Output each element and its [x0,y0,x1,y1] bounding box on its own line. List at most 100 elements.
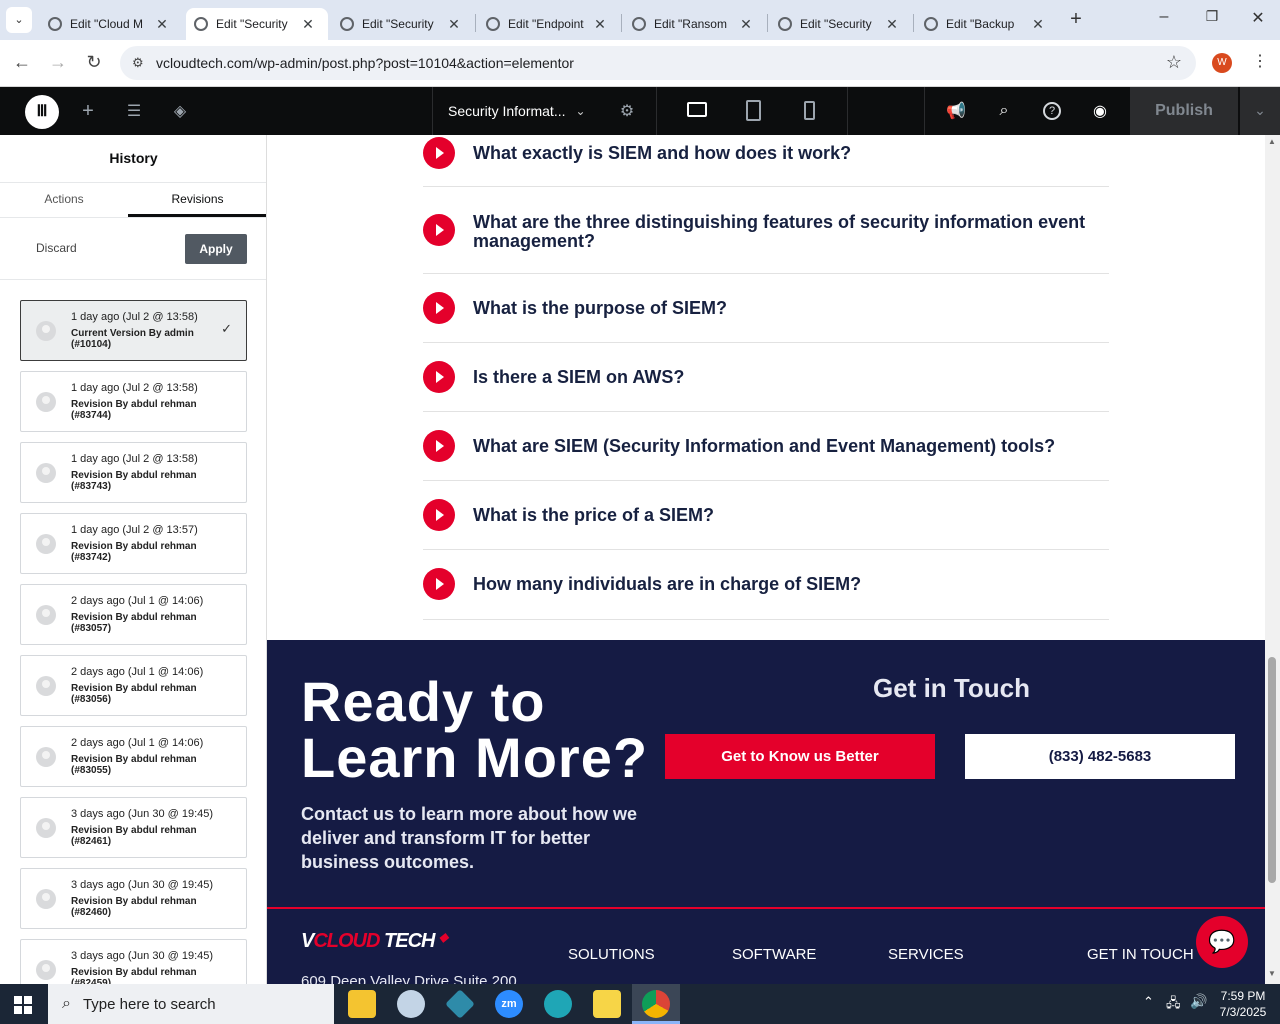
clock[interactable]: 7:59 PM 7/3/2025 [1214,988,1272,1020]
phone-button[interactable]: (833) 482-5683 [965,734,1235,779]
edge-icon[interactable] [544,990,572,1018]
revision-date: 1 day ago (Jul 2 @ 13:58) [71,453,198,465]
faq-item[interactable]: How many individuals are in charge of SI… [423,550,1109,620]
browser-tab[interactable]: Edit "Cloud M ✕ [40,8,180,40]
know-us-button[interactable]: Get to Know us Better [665,734,935,779]
canvas-scrollbar[interactable]: ▲ ▼ [1265,135,1280,984]
footer-logo[interactable]: VCLOUD TECH ◆ [301,930,448,953]
discard-button[interactable]: Discard [36,241,77,255]
url-text[interactable]: vcloudtech.com/wp-admin/post.php?post=10… [156,55,574,71]
browser-tab[interactable]: Edit "Endpoint ✕ [478,8,618,40]
reload-icon[interactable]: ↻ [83,52,105,73]
faq-item[interactable]: What are the three distinguishing featur… [423,187,1109,274]
browser-menu-icon[interactable]: ⋮ [1252,51,1268,71]
close-icon[interactable]: ✕ [446,16,462,33]
browser-tab[interactable]: Edit "Security ✕ [770,8,910,40]
revision-item[interactable]: 2 days ago (Jul 1 @ 14:06) Revision By a… [20,726,247,787]
site-info-icon[interactable]: ⚙ [132,55,144,71]
profile-avatar[interactable]: W [1212,53,1232,73]
sticky-notes-icon[interactable] [593,990,621,1018]
tray-chevron-icon[interactable]: ⌃ [1143,994,1154,1010]
revision-item-current[interactable]: 1 day ago (Jul 2 @ 13:58) Current Versio… [20,300,247,361]
volume-icon[interactable]: 🔊 [1190,993,1207,1010]
revision-item[interactable]: 1 day ago (Jul 2 @ 13:58) Revision By ab… [20,371,247,432]
play-arrow-icon [423,568,455,600]
chat-widget-button[interactable]: 💬 [1196,916,1248,968]
taskbar-search-box[interactable]: ⌕ Type here to search [48,984,334,1024]
back-icon[interactable]: ← [11,52,33,73]
revision-item[interactable]: 3 days ago (Jun 30 @ 19:45) Revision By … [20,939,247,984]
revision-item[interactable]: 3 days ago (Jun 30 @ 19:45) Revision By … [20,868,247,929]
tab-actions[interactable]: Actions [0,183,128,217]
mobile-device-icon[interactable] [804,101,815,120]
revision-item[interactable]: 2 days ago (Jul 1 @ 14:06) Revision By a… [20,655,247,716]
close-icon[interactable]: ✕ [592,16,608,33]
structure-layers-icon[interactable]: ◈ [168,87,192,135]
restore-button[interactable]: ❐ [1198,8,1226,32]
publish-options-chevron-icon[interactable]: ⌄ [1239,87,1280,135]
faq-item[interactable]: What exactly is SIEM and how does it wor… [423,135,1109,187]
revision-item[interactable]: 1 day ago (Jul 2 @ 13:57) Revision By ab… [20,513,247,574]
revision-item[interactable]: 1 day ago (Jul 2 @ 13:58) Revision By ab… [20,442,247,503]
faq-item[interactable]: What is the price of a SIEM? [423,481,1109,550]
divider [432,87,433,135]
faq-question[interactable]: What are SIEM (Security Information and … [473,437,1109,456]
avatar [36,818,56,838]
zoom-icon[interactable]: zm [495,990,523,1018]
site-settings-icon[interactable]: ☰ [122,87,146,135]
tab-revisions[interactable]: Revisions [128,183,266,217]
scrollbar-thumb[interactable] [1268,657,1276,883]
divider [924,87,925,135]
apply-button[interactable]: Apply [185,234,247,264]
close-icon[interactable]: ✕ [300,16,316,33]
revision-item[interactable]: 2 days ago (Jul 1 @ 14:06) Revision By a… [20,584,247,645]
preview-eye-icon[interactable]: ◉ [1088,87,1112,135]
revision-date: 2 days ago (Jul 1 @ 14:06) [71,737,204,749]
faq-question[interactable]: What is the purpose of SIEM? [473,299,1109,318]
snipping-tool-icon[interactable] [397,990,425,1018]
whats-new-megaphone-icon[interactable]: 📢 [944,87,968,135]
faq-question[interactable]: What are the three distinguishing featur… [473,213,1109,251]
faq-item[interactable]: What are SIEM (Security Information and … [423,412,1109,481]
revision-item[interactable]: 3 days ago (Jun 30 @ 19:45) Revision By … [20,797,247,858]
faq-item[interactable]: What is the purpose of SIEM? [423,274,1109,343]
loading-icon [486,17,500,31]
page-settings-gear-icon[interactable]: ⚙ [616,87,638,135]
bookmark-star-icon[interactable]: ☆ [1166,52,1182,73]
windows-start-icon[interactable] [14,996,32,1014]
faq-question[interactable]: Is there a SIEM on AWS? [473,368,1109,387]
faq-item[interactable]: Is there a SIEM on AWS? [423,343,1109,412]
finder-search-icon[interactable]: ⌕ [992,87,1016,135]
faq-question[interactable]: How many individuals are in charge of SI… [473,575,1109,594]
elementor-logo-icon[interactable]: Ⅲ [25,95,59,129]
close-icon[interactable]: ✕ [154,16,170,33]
network-icon[interactable]: 🖧 [1166,994,1181,1016]
browser-tab[interactable]: Edit "Ransom ✕ [624,8,764,40]
address-bar[interactable]: ⚙ vcloudtech.com/wp-admin/post.php?post=… [120,46,1196,80]
faq-question[interactable]: What is the price of a SIEM? [473,506,1109,525]
chat-bubbles-icon: 💬 [1208,929,1236,954]
desktop-device-icon[interactable] [687,102,707,117]
window-close-button[interactable]: ✕ [1244,8,1272,32]
page-title-dropdown[interactable]: Security Informat... ⌄ [448,87,586,135]
publish-button[interactable]: Publish [1130,87,1238,135]
new-tab-button[interactable]: + [1064,8,1088,32]
add-element-icon[interactable]: + [76,87,100,135]
minimize-button[interactable]: – [1150,8,1178,32]
tablet-device-icon[interactable] [746,100,761,121]
close-icon[interactable]: ✕ [884,16,900,33]
chrome-icon[interactable] [642,990,670,1018]
close-icon[interactable]: ✕ [1030,16,1046,33]
scroll-up-icon[interactable]: ▲ [1268,137,1276,146]
app-icon[interactable] [445,989,475,1019]
tab-search-button[interactable]: ⌄ [6,7,32,33]
browser-tab[interactable]: Edit "Backup ✕ [916,8,1056,40]
faq-question[interactable]: What exactly is SIEM and how does it wor… [473,144,1109,163]
browser-tab-active[interactable]: Edit "Security ✕ [186,8,328,40]
file-explorer-icon[interactable] [348,990,376,1018]
forward-icon[interactable]: → [47,52,69,73]
scroll-down-icon[interactable]: ▼ [1268,969,1276,978]
help-icon[interactable]: ? [1040,87,1064,135]
close-icon[interactable]: ✕ [738,16,754,33]
browser-tab[interactable]: Edit "Security ✕ [332,8,472,40]
